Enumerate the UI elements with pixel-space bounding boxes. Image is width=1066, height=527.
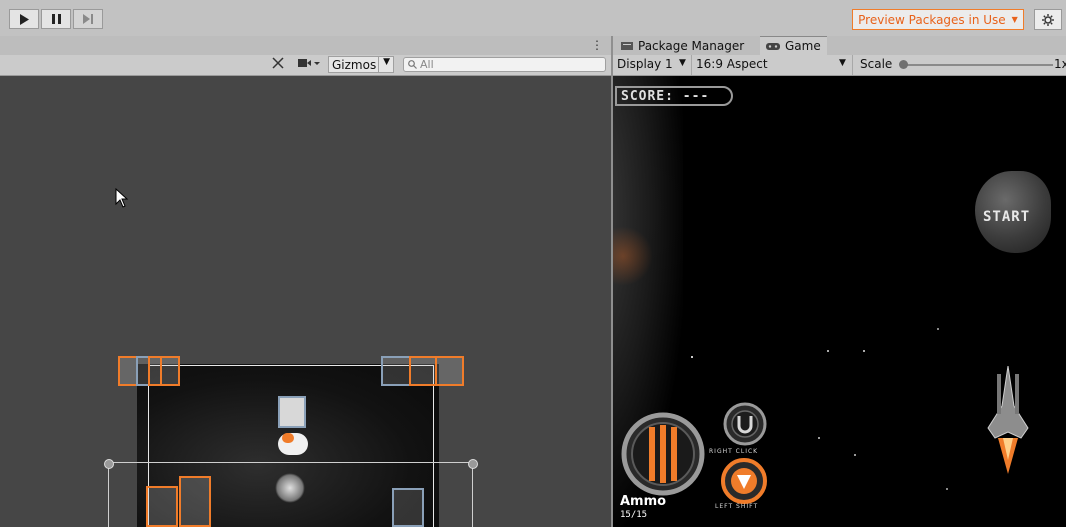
scale-value: 1x — [1054, 57, 1066, 71]
ui-anchor-gizmo[interactable] — [381, 356, 411, 386]
settings-button[interactable] — [1034, 9, 1062, 30]
chevron-down-icon: ▼ — [839, 58, 846, 68]
step-icon — [82, 14, 93, 24]
rect-handle[interactable] — [468, 459, 478, 469]
game-viewport[interactable]: SCORE: --- START Ammo 15/15 RIGHT CLICK … — [613, 76, 1066, 527]
camera-icon[interactable] — [298, 57, 320, 72]
chevron-down-icon: ▼ — [383, 57, 390, 67]
scene-search-input[interactable]: All — [403, 57, 606, 72]
star — [937, 328, 939, 330]
chevron-down-icon: ▼ — [679, 58, 686, 68]
ui-anchor-gizmo[interactable] — [392, 488, 424, 527]
rect-handle[interactable] — [104, 459, 114, 469]
preview-packages-button[interactable]: Preview Packages in Use ▼ — [852, 9, 1024, 30]
tab-game-label: Game — [785, 39, 821, 53]
ammo-gauge — [621, 412, 705, 496]
scene-toolbar: Gizmos ▼ All — [0, 55, 611, 76]
scale-label: Scale — [860, 57, 893, 71]
ammo-count: 15/15 — [620, 510, 648, 520]
tools-icon[interactable] — [272, 57, 284, 72]
ui-anchor-gizmo[interactable] — [146, 486, 178, 527]
package-icon — [621, 41, 633, 50]
tab-game[interactable]: Game — [760, 36, 827, 55]
star — [946, 488, 948, 490]
star — [854, 454, 856, 456]
main-toolbar: Preview Packages in Use ▼ — [0, 0, 1066, 37]
magnet-ability-icon — [723, 402, 767, 446]
tab-package-manager[interactable]: Package Manager — [615, 36, 750, 55]
ui-anchor-gizmo[interactable] — [435, 356, 464, 386]
scene-viewport[interactable] — [0, 76, 611, 527]
ui-anchor-gizmo[interactable] — [179, 476, 211, 527]
display-label: Display 1 — [617, 57, 673, 71]
player-ship-icon — [987, 366, 1029, 474]
pause-icon — [51, 14, 61, 24]
scale-slider-handle[interactable] — [899, 60, 908, 69]
player-gizmo-icon[interactable] — [275, 473, 305, 503]
right-click-label: RIGHT CLICK — [709, 448, 759, 455]
game-tab-bar: Package Manager Game — [613, 36, 1066, 56]
start-text: START — [983, 209, 1031, 225]
dropdown-arrow-icon: ▼ — [1011, 15, 1018, 24]
ui-anchor-gizmo[interactable] — [409, 356, 437, 386]
star — [691, 356, 693, 358]
gear-icon — [1042, 13, 1054, 26]
ammo-label: Ammo — [620, 494, 667, 509]
score-text: SCORE: --- — [621, 88, 710, 104]
scene-tab-bar: ⋮ — [0, 36, 611, 56]
gizmos-label: Gizmos — [332, 57, 377, 72]
tab-package-manager-label: Package Manager — [638, 38, 745, 53]
gamepad-icon — [766, 42, 780, 50]
cloud-gizmo-accent — [282, 433, 294, 443]
scene-panel: ⋮ Gizmos ▼ All — [0, 36, 611, 527]
pause-button[interactable] — [41, 9, 71, 29]
star — [863, 350, 865, 352]
star — [827, 350, 829, 352]
star — [818, 437, 820, 439]
play-button[interactable] — [9, 9, 39, 29]
game-toolbar: Display 1 ▼ 16:9 Aspect ▼ Scale 1x — [613, 55, 1066, 76]
aspect-dropdown[interactable]: 16:9 Aspect ▼ — [692, 55, 852, 75]
play-icon — [20, 13, 29, 25]
score-display: SCORE: --- — [615, 86, 733, 106]
search-placeholder: All — [420, 58, 434, 71]
step-button[interactable] — [73, 9, 103, 29]
ui-anchor-gizmo[interactable] — [118, 356, 138, 386]
light-gizmo-icon[interactable] — [278, 396, 306, 428]
scale-slider-track[interactable] — [903, 64, 1053, 66]
ui-anchor-gizmo[interactable] — [160, 356, 180, 386]
aspect-label: 16:9 Aspect — [696, 57, 768, 71]
left-shift-label: LEFT SHIFT — [715, 503, 759, 510]
mouse-cursor-icon — [115, 188, 129, 208]
gizmos-dropdown[interactable]: Gizmos ▼ — [328, 56, 394, 73]
search-icon — [408, 60, 417, 69]
shield-ability-icon — [721, 458, 767, 504]
preview-packages-label: Preview Packages in Use — [858, 12, 1006, 27]
more-icon[interactable]: ⋮ — [591, 38, 603, 52]
game-panel: Package Manager Game Display 1 ▼ 16:9 As… — [613, 36, 1066, 527]
display-dropdown[interactable]: Display 1 ▼ — [613, 55, 691, 75]
